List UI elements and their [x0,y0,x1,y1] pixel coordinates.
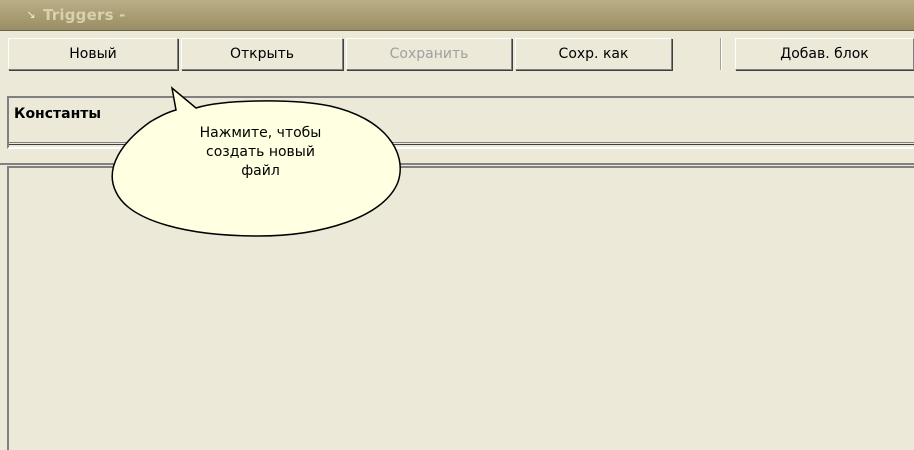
tooltip-text: Нажмите, чтобы создать новый файл [158,124,363,181]
constants-divider [9,142,914,145]
open-button[interactable]: Открыть [181,38,343,70]
main-area-border [0,163,914,165]
new-button[interactable]: Новый [8,38,178,70]
save-as-button[interactable]: Сохр. как [515,38,672,70]
application-window: ↘ Triggers - Новый Открыть Сохранить Сох… [0,0,914,450]
toolbar-separator [720,38,722,70]
tooltip-line: создать новый [206,144,315,160]
save-button[interactable]: Сохранить [346,38,512,70]
tooltip-line: Нажмите, чтобы [199,125,322,141]
window-title: Triggers - [43,6,126,24]
title-bar[interactable]: ↘ Triggers - [0,0,914,31]
tooltip-line: файл [241,163,280,179]
constants-label: Константы [14,106,102,122]
window-icon: ↘ [26,8,36,21]
toolbar: Новый Открыть Сохранить Сохр. как Добав.… [0,31,914,92]
main-editor-area[interactable] [7,166,914,450]
constants-panel: Константы [7,96,914,149]
add-block-button[interactable]: Добав. блок [735,38,914,70]
